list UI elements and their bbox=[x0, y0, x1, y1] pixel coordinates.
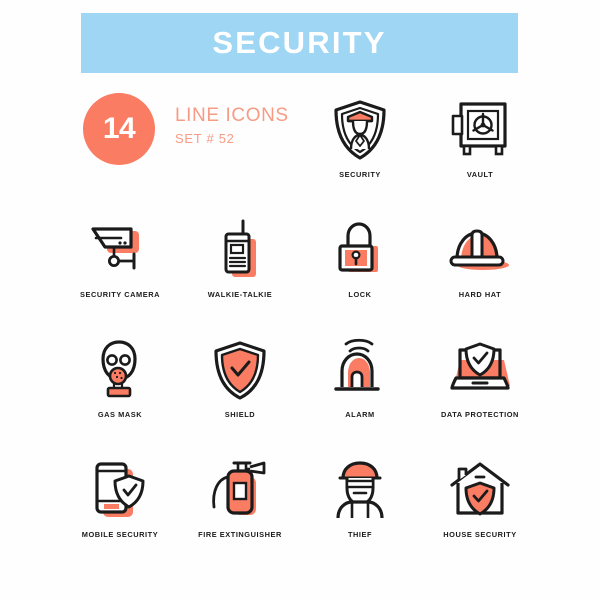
icon-label: DATA PROTECTION bbox=[441, 410, 519, 419]
icon-grid: SECURITY VAULT SECURITY CAMERA WALKIE-TA… bbox=[60, 88, 540, 568]
icon-cell-gas-mask[interactable]: GAS MASK bbox=[60, 328, 180, 448]
data-protection-icon bbox=[442, 328, 518, 412]
icon-cell-shield[interactable]: SHIELD bbox=[180, 328, 300, 448]
icon-cell-thief[interactable]: THIEF bbox=[300, 448, 420, 568]
hard-hat-icon bbox=[447, 208, 513, 292]
icon-cell-walkie-talkie[interactable]: WALKIE-TALKIE bbox=[180, 208, 300, 328]
icon-row: MOBILE SECURITY FIRE EXTINGUISHER THIEF … bbox=[60, 448, 540, 568]
icon-label: WALKIE-TALKIE bbox=[207, 290, 273, 299]
icon-label: FIRE EXTINGUISHER bbox=[198, 530, 282, 539]
icon-cell-lock[interactable]: LOCK bbox=[300, 208, 420, 328]
icon-cell-security[interactable]: SECURITY bbox=[300, 88, 420, 208]
vault-icon bbox=[449, 88, 511, 172]
icon-cell-mobile-security[interactable]: MOBILE SECURITY bbox=[60, 448, 180, 568]
icon-cell-data-protection[interactable]: DATA PROTECTION bbox=[420, 328, 540, 448]
header-banner: SECURITY bbox=[81, 13, 518, 73]
lock-icon bbox=[332, 208, 388, 292]
mobile-security-icon bbox=[89, 448, 151, 532]
gas-mask-icon bbox=[94, 328, 146, 412]
icon-label: SECURITY CAMERA bbox=[80, 290, 160, 299]
shield-icon bbox=[212, 328, 268, 412]
icon-label: VAULT bbox=[466, 170, 494, 179]
icon-cell-fire-extinguisher[interactable]: FIRE EXTINGUISHER bbox=[180, 448, 300, 568]
icon-cell-house-security[interactable]: HOUSE SECURITY bbox=[420, 448, 540, 568]
icon-cell-security-camera[interactable]: SECURITY CAMERA bbox=[60, 208, 180, 328]
security-camera-icon bbox=[87, 208, 153, 292]
thief-icon bbox=[330, 448, 390, 532]
icon-cell-alarm[interactable]: ALARM bbox=[300, 328, 420, 448]
icon-row: GAS MASK SHIELD ALARM DATA PROTECTION bbox=[60, 328, 540, 448]
icon-label: GAS MASK bbox=[97, 410, 143, 419]
walkie-talkie-icon bbox=[217, 208, 263, 292]
alarm-icon bbox=[332, 328, 388, 412]
icon-label: MOBILE SECURITY bbox=[81, 530, 159, 539]
icon-label: HARD HAT bbox=[458, 290, 502, 299]
icon-row: SECURITY VAULT bbox=[60, 88, 540, 208]
page-title: SECURITY bbox=[212, 25, 387, 60]
icon-label: LOCK bbox=[348, 290, 372, 299]
icon-cell-hard-hat[interactable]: HARD HAT bbox=[420, 208, 540, 328]
icon-label: HOUSE SECURITY bbox=[443, 530, 517, 539]
icon-label: SHIELD bbox=[224, 410, 256, 419]
security-shield-guard-icon bbox=[331, 88, 389, 172]
icon-label: THIEF bbox=[347, 530, 373, 539]
icon-label: SECURITY bbox=[339, 170, 381, 179]
icon-row: SECURITY CAMERA WALKIE-TALKIE LOCK HARD … bbox=[60, 208, 540, 328]
icon-label: ALARM bbox=[345, 410, 375, 419]
icon-cell-vault[interactable]: VAULT bbox=[420, 88, 540, 208]
house-security-icon bbox=[448, 448, 512, 532]
fire-extinguisher-icon bbox=[208, 448, 272, 532]
icon-set-page: SECURITY 14 LINE ICONS SET # 52 SECURITY… bbox=[0, 0, 600, 600]
